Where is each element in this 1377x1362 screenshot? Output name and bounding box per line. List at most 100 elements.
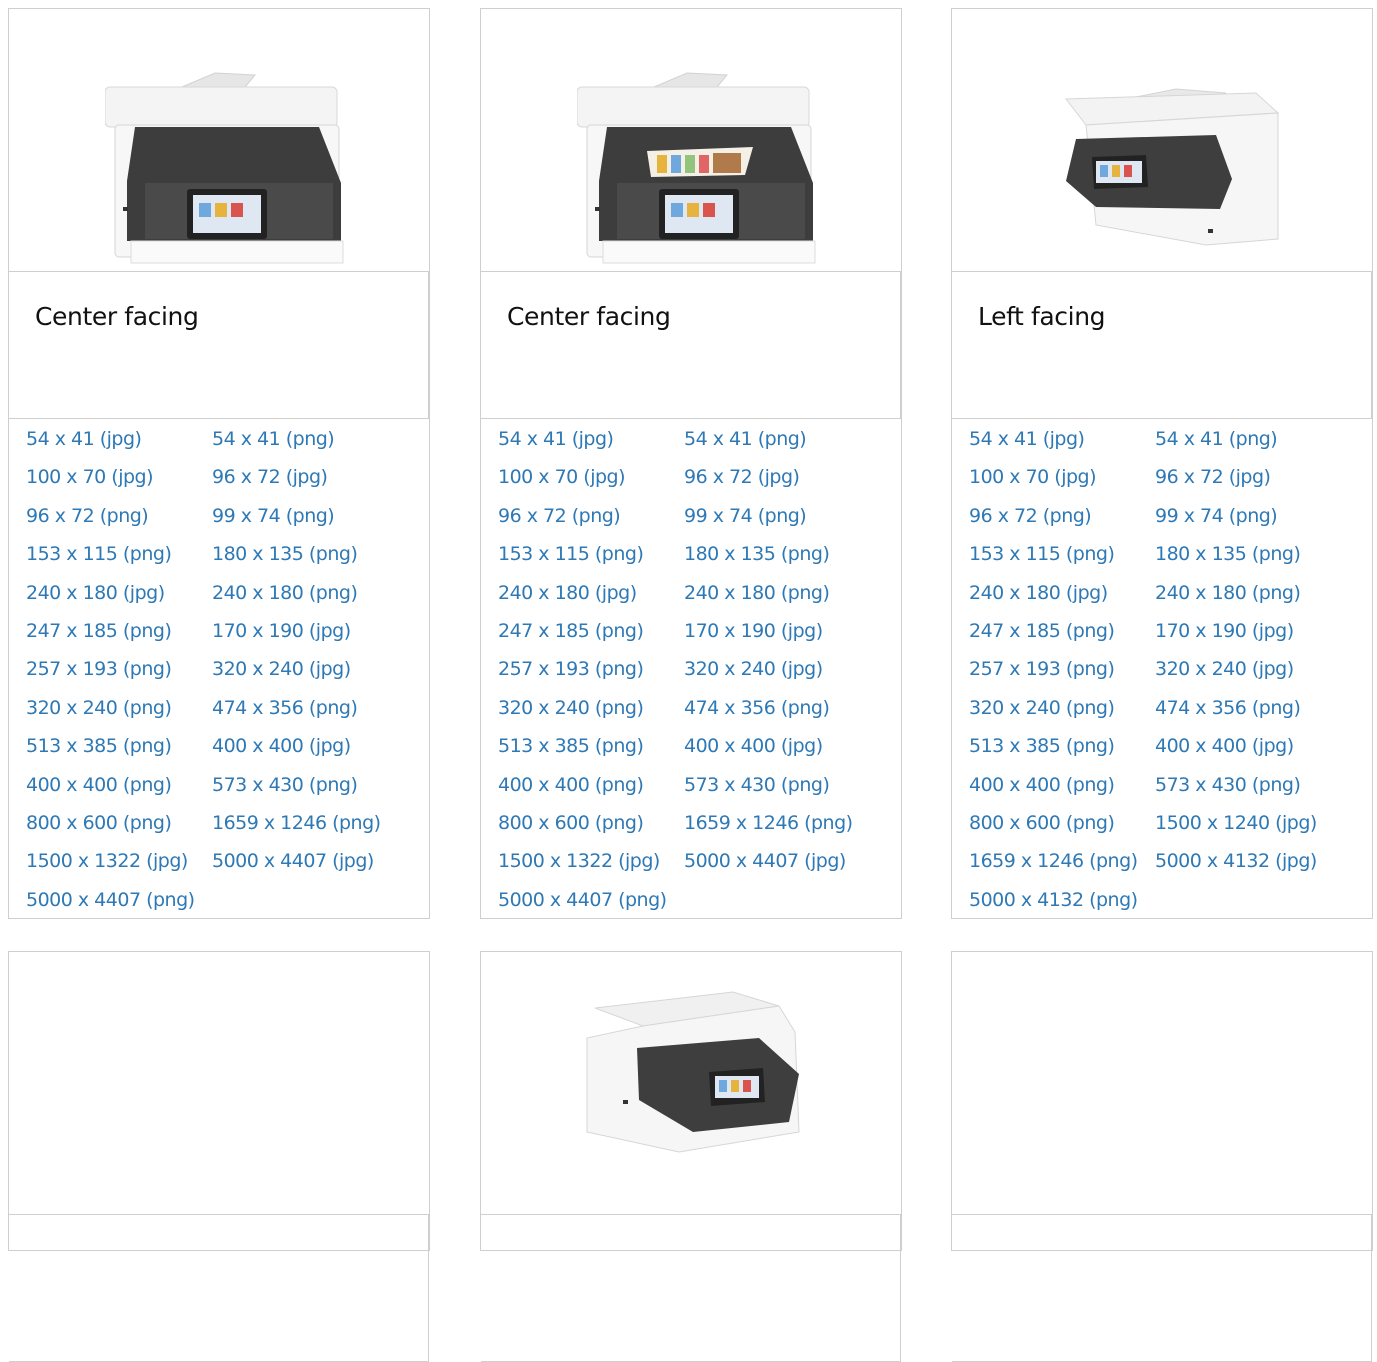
download-link[interactable]: 513 x 385 (png) [969, 733, 1155, 771]
download-link[interactable]: 1659 x 1246 (png) [212, 810, 412, 848]
download-link[interactable]: 54 x 41 (jpg) [498, 426, 684, 464]
download-link[interactable]: 153 x 115 (png) [498, 541, 684, 579]
card-image-area [9, 952, 429, 1215]
card-image-area [9, 9, 429, 272]
download-link[interactable]: 99 x 74 (png) [1155, 503, 1355, 541]
product-card-6 [951, 951, 1373, 1362]
download-links: 54 x 41 (jpg) 54 x 41 (png) 100 x 70 (jp… [9, 419, 429, 929]
download-link[interactable]: 400 x 400 (png) [969, 772, 1155, 810]
download-link[interactable]: 573 x 430 (png) [212, 772, 412, 810]
download-link[interactable]: 100 x 70 (jpg) [969, 464, 1155, 502]
download-link[interactable]: 474 x 356 (png) [212, 695, 412, 733]
download-link[interactable]: 1659 x 1246 (png) [684, 810, 884, 848]
download-link[interactable]: 153 x 115 (png) [969, 541, 1155, 579]
download-link[interactable]: 474 x 356 (png) [684, 695, 884, 733]
download-link[interactable]: 54 x 41 (png) [1155, 426, 1355, 464]
printer-center-facing-with-paper-icon[interactable] [577, 67, 817, 272]
download-link[interactable]: 54 x 41 (jpg) [26, 426, 212, 464]
download-link[interactable]: 800 x 600 (png) [969, 810, 1155, 848]
download-link[interactable]: 240 x 180 (png) [212, 580, 412, 618]
download-link[interactable]: 5000 x 4132 (png) [969, 887, 1155, 925]
download-links: 54 x 41 (jpg) 54 x 41 (png) 100 x 70 (jp… [481, 419, 901, 929]
product-card-5 [480, 951, 902, 1362]
download-link[interactable]: 1500 x 1322 (jpg) [498, 848, 684, 886]
download-link[interactable]: 99 x 74 (png) [212, 503, 412, 541]
download-link[interactable]: 320 x 240 (png) [26, 695, 212, 733]
download-link[interactable]: 170 x 190 (jpg) [1155, 618, 1355, 656]
download-link[interactable]: 240 x 180 (png) [684, 580, 884, 618]
download-link[interactable]: 240 x 180 (jpg) [26, 580, 212, 618]
card-image-area [481, 9, 901, 272]
download-link[interactable]: 400 x 400 (jpg) [1155, 733, 1355, 771]
download-link[interactable]: 5000 x 4407 (jpg) [684, 848, 884, 886]
download-link[interactable]: 100 x 70 (jpg) [498, 464, 684, 502]
download-link[interactable]: 513 x 385 (png) [26, 733, 212, 771]
printer-left-facing-icon[interactable] [1056, 79, 1282, 251]
download-link[interactable]: 54 x 41 (png) [212, 426, 412, 464]
download-link[interactable]: 247 x 185 (png) [26, 618, 212, 656]
card-image-area [952, 9, 1372, 272]
download-link[interactable]: 1500 x 1322 (jpg) [26, 848, 212, 886]
download-link[interactable]: 153 x 115 (png) [26, 541, 212, 579]
divider [900, 272, 901, 418]
download-link[interactable]: 1500 x 1240 (jpg) [1155, 810, 1355, 848]
download-link[interactable]: 573 x 430 (png) [1155, 772, 1355, 810]
download-link[interactable]: 257 x 193 (png) [969, 656, 1155, 694]
download-link[interactable]: 320 x 240 (jpg) [212, 656, 412, 694]
product-card-1: Center facing 54 x 41 (jpg) 54 x 41 (png… [8, 8, 430, 919]
download-link[interactable]: 180 x 135 (png) [212, 541, 412, 579]
download-link[interactable]: 240 x 180 (jpg) [498, 580, 684, 618]
download-link[interactable]: 320 x 240 (jpg) [684, 656, 884, 694]
download-link[interactable]: 96 x 72 (jpg) [212, 464, 412, 502]
card-title: Left facing [978, 302, 1106, 331]
download-link[interactable]: 96 x 72 (png) [26, 503, 212, 541]
divider [900, 1215, 901, 1361]
download-link[interactable]: 96 x 72 (png) [498, 503, 684, 541]
download-link[interactable]: 5000 x 4132 (jpg) [1155, 848, 1355, 886]
download-link[interactable]: 320 x 240 (png) [498, 695, 684, 733]
download-link[interactable]: 5000 x 4407 (png) [26, 887, 212, 925]
download-link[interactable]: 180 x 135 (png) [684, 541, 884, 579]
download-link[interactable]: 400 x 400 (jpg) [212, 733, 412, 771]
download-link[interactable]: 180 x 135 (png) [1155, 541, 1355, 579]
download-link[interactable]: 247 x 185 (png) [498, 618, 684, 656]
download-link[interactable]: 100 x 70 (jpg) [26, 464, 212, 502]
download-link[interactable]: 96 x 72 (png) [969, 503, 1155, 541]
download-link[interactable]: 800 x 600 (png) [498, 810, 684, 848]
download-link[interactable]: 240 x 180 (png) [1155, 580, 1355, 618]
download-link[interactable]: 513 x 385 (png) [498, 733, 684, 771]
printer-right-facing-icon[interactable] [583, 982, 809, 1158]
download-link[interactable]: 400 x 400 (png) [26, 772, 212, 810]
download-link[interactable]: 800 x 600 (png) [26, 810, 212, 848]
card-title: Center facing [35, 302, 199, 331]
download-link[interactable]: 5000 x 4407 (jpg) [212, 848, 412, 886]
product-card-2: Center facing 54 x 41 (jpg) 54 x 41 (png… [480, 8, 902, 919]
download-link[interactable]: 54 x 41 (jpg) [969, 426, 1155, 464]
download-link[interactable]: 257 x 193 (png) [26, 656, 212, 694]
card-title: Center facing [507, 302, 671, 331]
download-link[interactable]: 170 x 190 (jpg) [684, 618, 884, 656]
download-link[interactable]: 247 x 185 (png) [969, 618, 1155, 656]
card-title-area: Center facing [481, 272, 901, 419]
divider [1371, 272, 1372, 418]
download-link[interactable]: 474 x 356 (png) [1155, 695, 1355, 733]
card-title-area: Center facing [9, 272, 429, 419]
download-link[interactable]: 170 x 190 (jpg) [212, 618, 412, 656]
printer-center-facing-icon[interactable] [105, 67, 345, 272]
divider [428, 1215, 429, 1361]
download-link[interactable]: 573 x 430 (png) [684, 772, 884, 810]
download-link[interactable]: 96 x 72 (jpg) [1155, 464, 1355, 502]
card-title-area [9, 1215, 429, 1362]
download-link[interactable]: 1659 x 1246 (png) [969, 848, 1155, 886]
download-link[interactable]: 400 x 400 (jpg) [684, 733, 884, 771]
download-link[interactable]: 54 x 41 (png) [684, 426, 884, 464]
download-link[interactable]: 240 x 180 (jpg) [969, 580, 1155, 618]
download-link[interactable]: 96 x 72 (jpg) [684, 464, 884, 502]
download-link[interactable]: 99 x 74 (png) [684, 503, 884, 541]
download-link[interactable]: 5000 x 4407 (png) [498, 887, 684, 925]
download-link[interactable]: 320 x 240 (png) [969, 695, 1155, 733]
download-link[interactable]: 257 x 193 (png) [498, 656, 684, 694]
download-link[interactable]: 320 x 240 (jpg) [1155, 656, 1355, 694]
card-title-area [952, 1215, 1372, 1362]
download-link[interactable]: 400 x 400 (png) [498, 772, 684, 810]
